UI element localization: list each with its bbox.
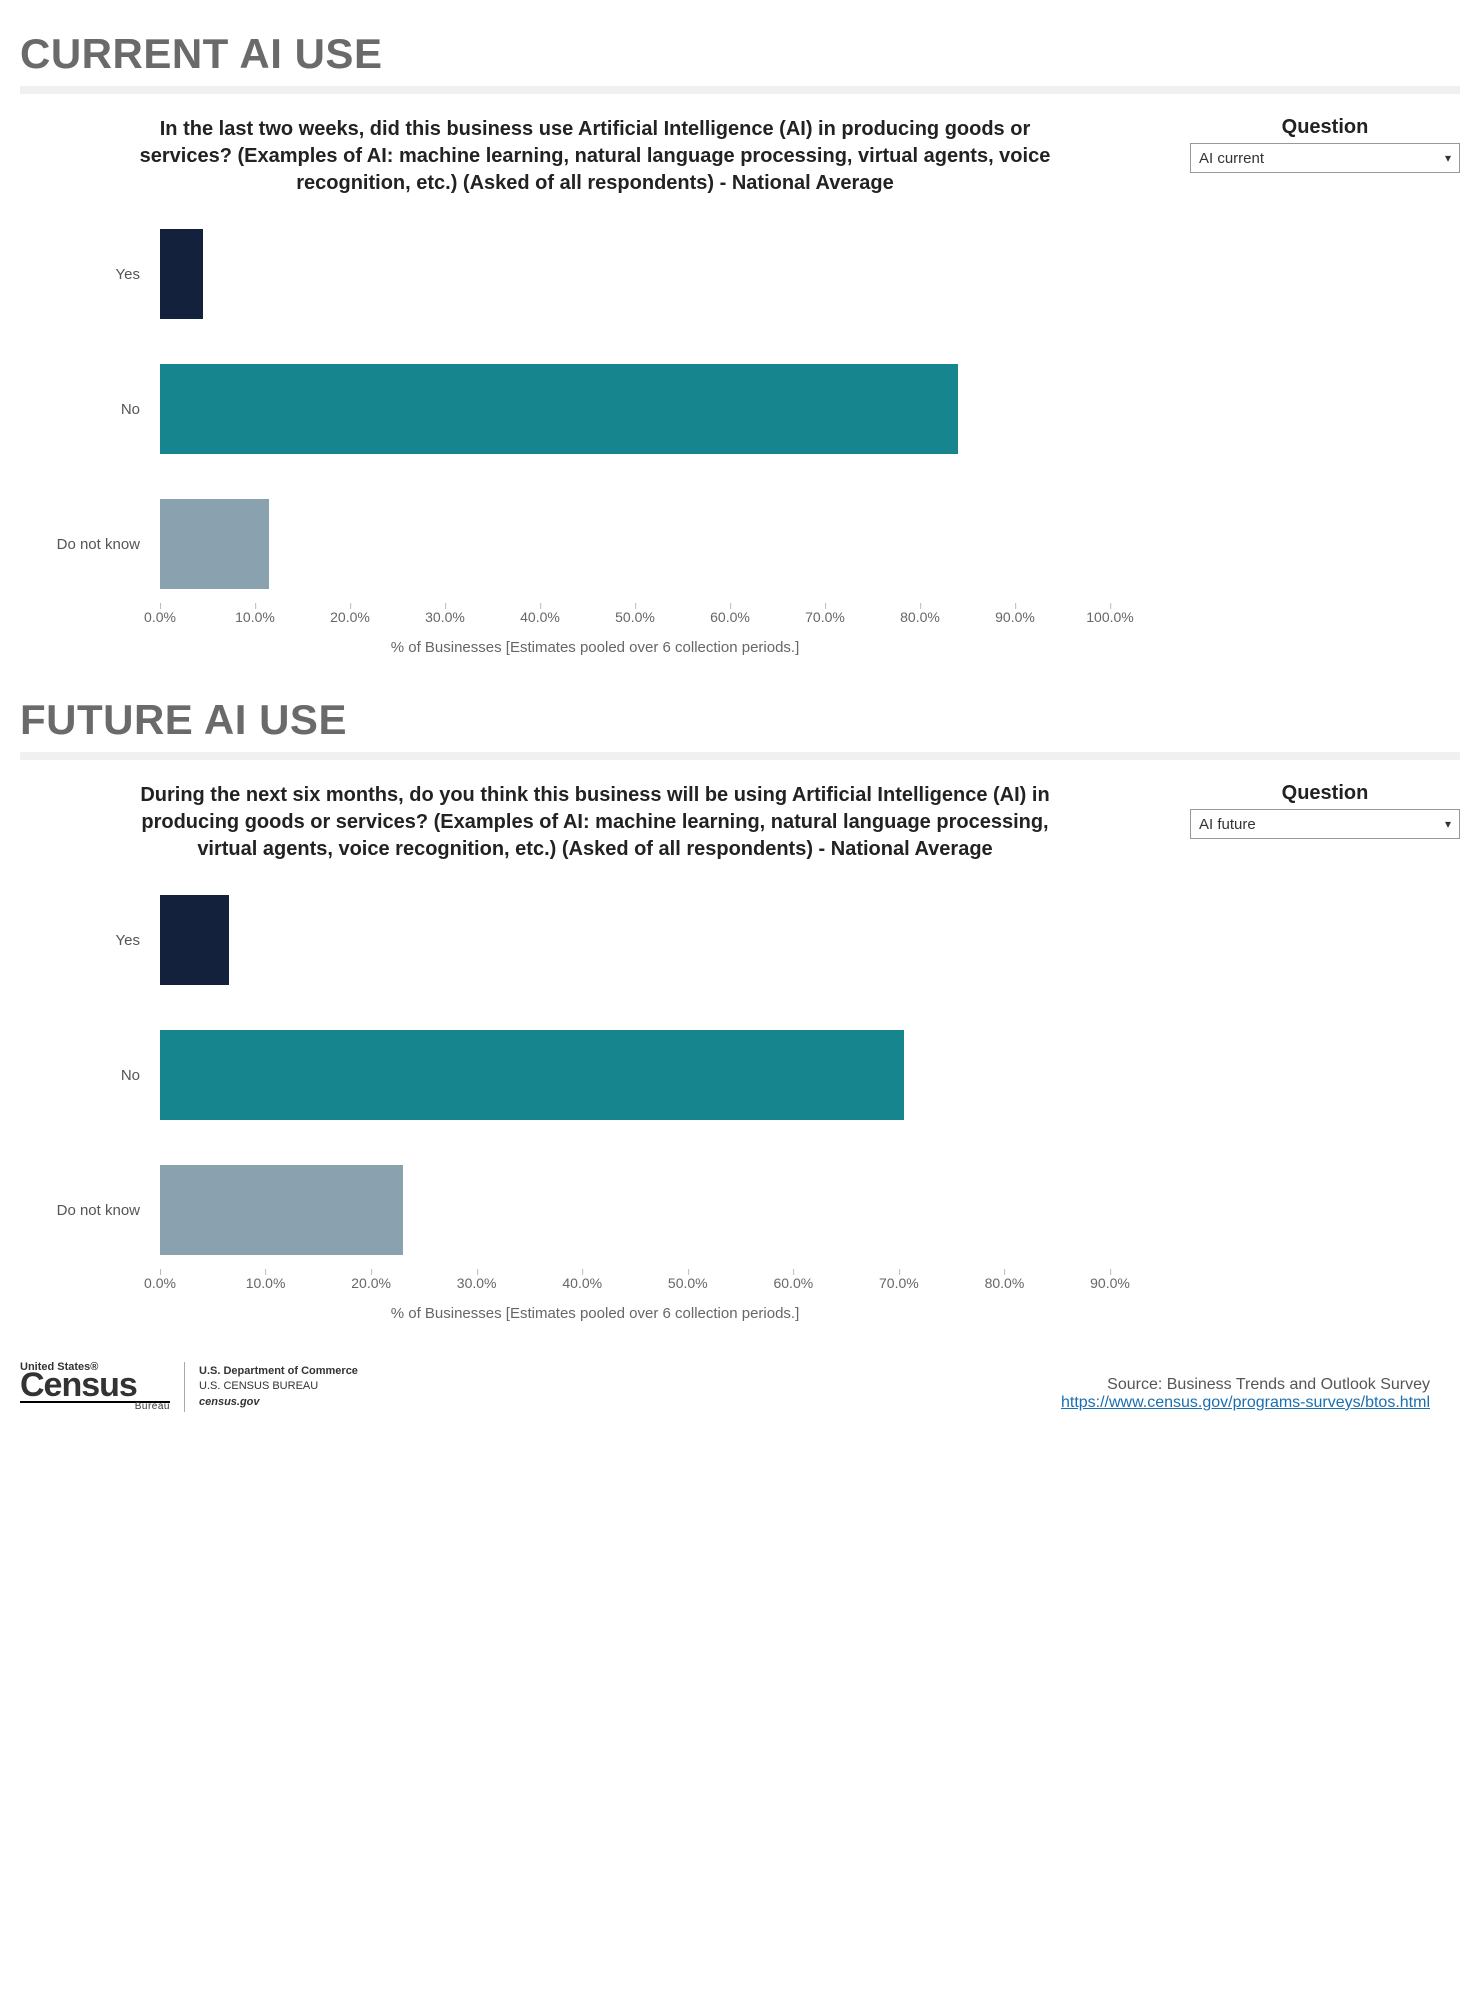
section-heading: CURRENT AI USE	[20, 30, 1460, 78]
logo-main-text: Census	[20, 1372, 170, 1399]
x-tick: 40.0%	[562, 1275, 602, 1291]
heading-divider	[20, 752, 1460, 760]
x-tick: 80.0%	[985, 1275, 1025, 1291]
source-link[interactable]: https://www.census.gov/programs-surveys/…	[1061, 1394, 1430, 1411]
x-tick: 60.0%	[710, 609, 750, 625]
x-tick: 70.0%	[879, 1275, 919, 1291]
section-future-ai: FUTURE AI USE During the next six months…	[20, 696, 1460, 1322]
section-heading: FUTURE AI USE	[20, 696, 1460, 744]
x-axis-label: % of Businesses [Estimates pooled over 6…	[50, 639, 1140, 656]
x-tick: 30.0%	[457, 1275, 497, 1291]
x-tick: 50.0%	[615, 609, 655, 625]
dropdown-label: Question	[1190, 782, 1460, 805]
census-logo: United States® Census Bureau	[20, 1363, 170, 1411]
bar	[160, 499, 269, 589]
section-current-ai: CURRENT AI USE In the last two weeks, di…	[20, 30, 1460, 656]
x-axis-ticks: 0.0%10.0%20.0%30.0%40.0%50.0%60.0%70.0%8…	[160, 1275, 1110, 1295]
dept-line1: U.S. Department of Commerce	[199, 1364, 358, 1379]
bar-row: Do not know	[160, 1165, 1110, 1255]
sidebar-controls: Question AI future	[1190, 782, 1460, 839]
x-tick: 10.0%	[246, 1275, 286, 1291]
x-tick: 50.0%	[668, 1275, 708, 1291]
x-tick: 80.0%	[900, 609, 940, 625]
chart-column: In the last two weeks, did this business…	[20, 116, 1170, 656]
bar-row: No	[160, 364, 1110, 454]
bar	[160, 1030, 904, 1120]
chart-area-current: YesNoDo not know 0.0%10.0%20.0%30.0%40.0…	[50, 219, 1140, 656]
x-axis-label: % of Businesses [Estimates pooled over 6…	[50, 1305, 1140, 1322]
x-tick: 0.0%	[144, 1275, 176, 1291]
footer-right: Source: Business Trends and Outlook Surv…	[1061, 1376, 1430, 1412]
x-tick: 70.0%	[805, 609, 845, 625]
dept-line3: census.gov	[199, 1395, 358, 1410]
dropdown-label: Question	[1190, 116, 1460, 139]
dropdown-value: AI future	[1199, 816, 1256, 833]
bar-category-label: Do not know	[50, 1165, 150, 1255]
bar-category-label: Yes	[50, 229, 150, 319]
x-tick: 10.0%	[235, 609, 275, 625]
footer-left: United States® Census Bureau U.S. Depart…	[20, 1362, 358, 1412]
bar-row: No	[160, 1030, 1110, 1120]
x-tick: 40.0%	[520, 609, 560, 625]
bar-category-label: Do not know	[50, 499, 150, 589]
dropdown-value: AI current	[1199, 150, 1264, 167]
bar-category-label: No	[50, 1030, 150, 1120]
x-tick: 0.0%	[144, 609, 176, 625]
bar	[160, 895, 229, 985]
bar-row: Yes	[160, 895, 1110, 985]
chart-title: During the next six months, do you think…	[135, 782, 1055, 863]
x-axis-ticks: 0.0%10.0%20.0%30.0%40.0%50.0%60.0%70.0%8…	[160, 609, 1110, 629]
chart-column: During the next six months, do you think…	[20, 782, 1170, 1322]
x-tick: 60.0%	[773, 1275, 813, 1291]
footer-dept: U.S. Department of Commerce U.S. CENSUS …	[199, 1364, 358, 1410]
vertical-divider	[184, 1362, 185, 1412]
dept-line2: U.S. CENSUS BUREAU	[199, 1379, 358, 1394]
bar-category-label: Yes	[50, 895, 150, 985]
bar-plot: Yes No Do not know	[160, 885, 1110, 1275]
source-text: Source: Business Trends and Outlook Surv…	[1061, 1376, 1430, 1394]
x-tick: 30.0%	[425, 609, 465, 625]
bar	[160, 229, 203, 319]
chart-area-future: YesNoDo not know 0.0%10.0%20.0%30.0%40.0…	[50, 885, 1140, 1322]
panel-future: During the next six months, do you think…	[20, 782, 1460, 1322]
x-tick: 20.0%	[351, 1275, 391, 1291]
chart-title: In the last two weeks, did this business…	[135, 116, 1055, 197]
x-tick: 90.0%	[1090, 1275, 1130, 1291]
panel-current: In the last two weeks, did this business…	[20, 116, 1460, 656]
bar	[160, 364, 958, 454]
x-tick: 90.0%	[995, 609, 1035, 625]
question-dropdown-future[interactable]: AI future	[1190, 809, 1460, 839]
heading-divider	[20, 86, 1460, 94]
sidebar-controls: Question AI current	[1190, 116, 1460, 173]
logo-sub-text: Bureau	[20, 1403, 170, 1411]
x-tick: 20.0%	[330, 609, 370, 625]
x-tick: 100.0%	[1086, 609, 1133, 625]
bar	[160, 1165, 403, 1255]
bar-plot: Yes No Do not know	[160, 219, 1110, 609]
bar-category-label: No	[50, 364, 150, 454]
question-dropdown-current[interactable]: AI current	[1190, 143, 1460, 173]
bar-row: Yes	[160, 229, 1110, 319]
footer: United States® Census Bureau U.S. Depart…	[20, 1362, 1460, 1412]
bar-row: Do not know	[160, 499, 1110, 589]
